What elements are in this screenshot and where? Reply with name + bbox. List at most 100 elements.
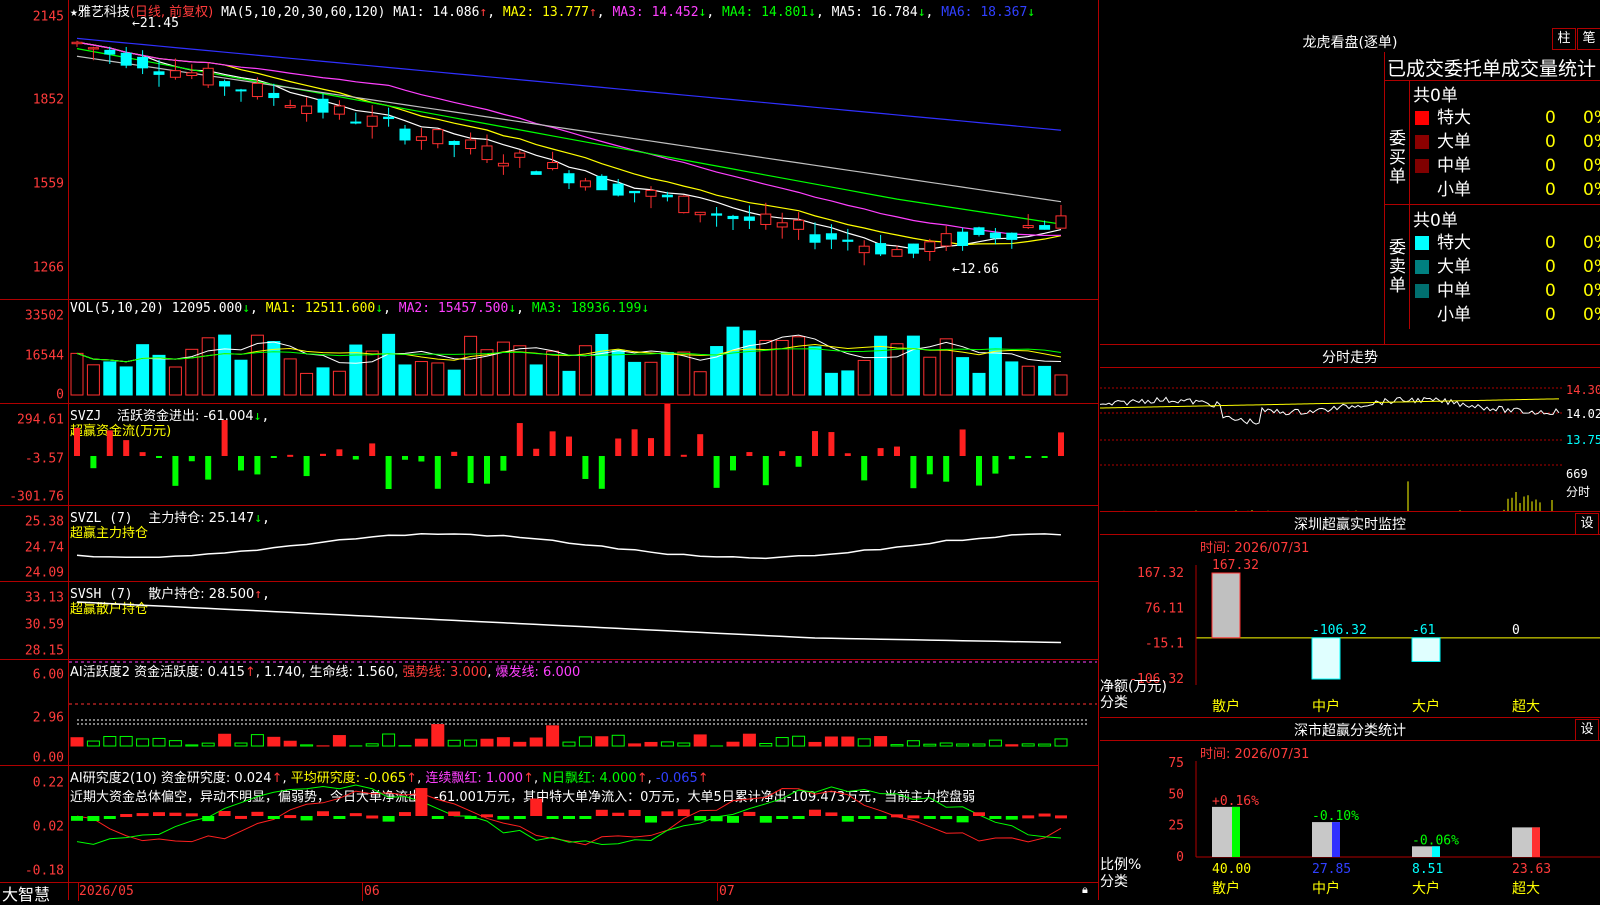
buy-row-l[interactable]: 大单00%	[1415, 130, 1600, 154]
volume-axis: 33502 16544 0	[0, 300, 68, 404]
flow-bar	[74, 428, 80, 456]
flow-bar	[238, 456, 244, 470]
intraday-panel[interactable]: 分时走势 14.30 14.02 13.75 669 分时	[1100, 345, 1600, 512]
category-settings-button[interactable]: 设	[1575, 719, 1599, 741]
ma-line	[77, 42, 1061, 244]
monitor-settings-button[interactable]: 设	[1575, 513, 1599, 535]
svzj-bars[interactable]	[69, 404, 1097, 506]
category-tick: 25	[1168, 819, 1184, 834]
volume-bar	[760, 340, 772, 395]
sell-row-l[interactable]: 大单00%	[1415, 255, 1600, 279]
color-swatch	[1415, 236, 1429, 250]
sell-row-s[interactable]: 小单00%	[1415, 303, 1600, 327]
volume-bar	[825, 373, 837, 395]
tick-view-button[interactable]: 笔	[1577, 28, 1600, 50]
ai-activity-pane[interactable]: 6.00 2.96 0.00 AI活跃度2 资金活跃度: 0.415↑, 1.7…	[0, 660, 1098, 766]
ai-research-chart[interactable]	[69, 766, 1097, 882]
svsh-line[interactable]	[69, 582, 1097, 660]
activity-bar	[924, 744, 936, 746]
activity-bar	[268, 737, 280, 746]
activity-bar	[907, 741, 919, 746]
research-bar	[465, 816, 477, 819]
price-tick: 1852	[33, 93, 64, 108]
buy-row-m[interactable]: 中单00%	[1415, 154, 1600, 178]
candle-body	[958, 232, 968, 245]
volume-pane[interactable]: 33502 16544 0 VOL(5,10,20) 12095.000↓, M…	[0, 300, 1098, 404]
column-view-button[interactable]: 柱	[1552, 28, 1576, 50]
activity-bar	[186, 745, 198, 746]
intraday-chart[interactable]	[1100, 368, 1564, 511]
volume-bar	[137, 345, 149, 395]
activity-bar	[645, 742, 657, 746]
volume-bar	[202, 338, 214, 395]
volume-bar	[743, 331, 755, 395]
candle-body	[794, 220, 804, 229]
volume-bar	[448, 370, 460, 395]
candle-body	[334, 106, 344, 114]
volume-bar	[1039, 366, 1051, 395]
activity-bar	[678, 743, 690, 746]
volume-bar	[465, 336, 477, 395]
realtime-monitor-panel[interactable]: 深圳超赢实时监控 设 时间: 2026/07/31 167.3276.11-15…	[1100, 512, 1600, 718]
color-swatch	[1415, 183, 1429, 197]
category-tick: 50	[1168, 787, 1184, 802]
research-bar	[563, 816, 575, 819]
ma-line	[77, 42, 1061, 249]
date-label: 06	[364, 884, 380, 899]
monitor-bar-chart[interactable]: 167.3276.11-15.1-106.32167.32散户-106.32中户…	[1100, 535, 1600, 718]
category-stats-panel[interactable]: 深市超赢分类统计 设 时间: 2026/07/31 7550250+0.16%4…	[1100, 718, 1600, 900]
research-bar	[251, 812, 263, 816]
svsh-pane[interactable]: 33.13 30.59 28.15 SVSH (7) 散户持仓: 28.500↑…	[0, 582, 1098, 660]
activity-bar	[530, 738, 542, 746]
research-bar	[661, 811, 673, 816]
category-bar-chart[interactable]: 7550250+0.16%40.00散户-0.10%27.85中户-0.06%8…	[1100, 741, 1600, 900]
ai-activity-chart[interactable]	[69, 660, 1097, 766]
buy-row-s[interactable]: 小单00%	[1415, 178, 1600, 202]
candle-body	[744, 217, 754, 220]
svzl-pane[interactable]: 25.38 24.74 24.09 SVZL (7) 主力持仓: 25.147↓…	[0, 506, 1098, 582]
flow-bar	[1042, 456, 1048, 458]
sell-row-m[interactable]: 中单00%	[1415, 279, 1600, 303]
candle-body	[302, 106, 312, 113]
flow-bar	[1058, 432, 1064, 456]
sell-row-xl[interactable]: 特大00%	[1415, 231, 1600, 255]
activity-bar	[153, 738, 165, 746]
activity-bar	[1006, 745, 1018, 746]
price-tick: 2145	[33, 10, 64, 25]
price-pane[interactable]: 2145 1852 1559 1266 ★雅艺科技(日线, 前复权) MA(5,…	[0, 0, 1098, 300]
color-swatch	[1415, 135, 1429, 149]
candle-body	[941, 234, 951, 246]
activity-bar	[137, 739, 149, 746]
lock-icon[interactable]: 🔒︎	[1082, 883, 1088, 897]
volume-bars[interactable]	[69, 300, 1097, 404]
research-bar	[907, 815, 919, 818]
candle-body	[515, 153, 525, 157]
research-bar	[1022, 815, 1034, 818]
flow-bar	[599, 456, 605, 489]
research-bar	[793, 816, 805, 819]
buy-row-xl[interactable]: 特大00%	[1415, 106, 1600, 130]
monitor-axis-label: 净额(万元)	[1100, 679, 1167, 695]
activity-bar	[514, 742, 526, 746]
candlestick-chart[interactable]	[69, 0, 1097, 300]
svzj-pane[interactable]: 294.61 -3.57 -301.76 SVZJ 活跃资金进出: -61.00…	[0, 404, 1098, 506]
flow-bar	[861, 456, 867, 480]
flow-bar	[779, 451, 785, 456]
candle-body	[564, 174, 574, 183]
research-bar	[432, 816, 444, 819]
color-swatch	[1415, 284, 1429, 298]
ai1-tick: 0.00	[33, 751, 64, 766]
activity-bar	[940, 743, 952, 746]
monitor-value-label: 167.32	[1212, 558, 1259, 573]
intraday-price-tick: 14.30	[1566, 383, 1600, 397]
volume-tick: 16544	[25, 349, 64, 364]
buy-total: 共0单	[1413, 81, 1458, 106]
research-bar	[235, 816, 247, 819]
svzl-line[interactable]	[69, 506, 1097, 582]
flow-bar	[746, 452, 752, 456]
monitor-category-label: 散户	[1212, 698, 1240, 715]
candle-body	[269, 93, 279, 97]
activity-bar	[366, 744, 378, 746]
research-bar	[1055, 815, 1067, 818]
ai-research-pane[interactable]: 0.22 0.02 -0.18 AI研究度2(10) 资金研究度: 0.024↑…	[0, 766, 1098, 882]
